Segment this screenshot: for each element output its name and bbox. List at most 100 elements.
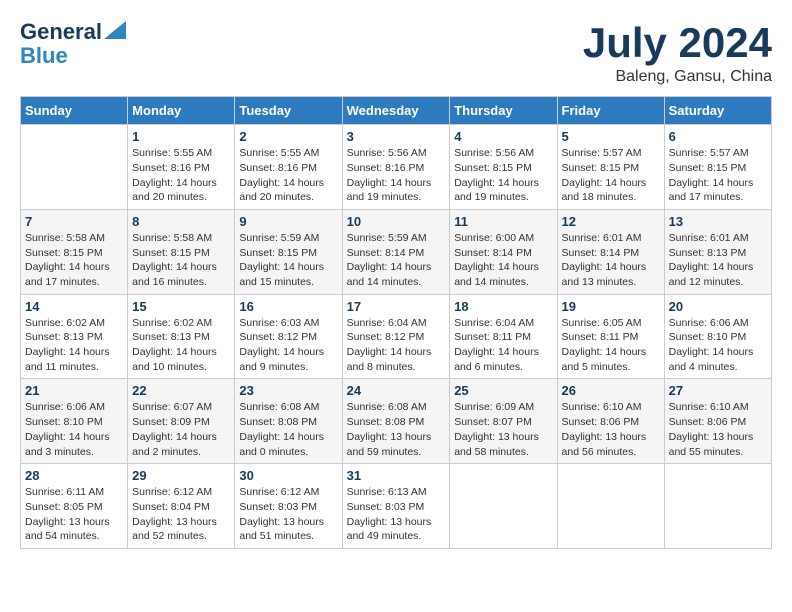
day-info: Sunrise: 6:07 AM Sunset: 8:09 PM Dayligh…: [132, 400, 230, 459]
day-info: Sunrise: 6:01 AM Sunset: 8:13 PM Dayligh…: [669, 231, 767, 290]
location: Baleng, Gansu, China: [583, 68, 772, 86]
calendar-cell: 5Sunrise: 5:57 AM Sunset: 8:15 PM Daylig…: [557, 125, 664, 210]
day-info: Sunrise: 5:59 AM Sunset: 8:15 PM Dayligh…: [239, 231, 337, 290]
day-info: Sunrise: 5:57 AM Sunset: 8:15 PM Dayligh…: [669, 146, 767, 205]
day-number: 30: [239, 468, 337, 483]
calendar-cell: 27 Sunrise: 6:10 AM Sunset: 8:06 PM Dayli…: [664, 379, 771, 464]
calendar-cell: [450, 464, 557, 549]
calendar-cell: 22Sunrise: 6:07 AM Sunset: 8:09 PM Dayli…: [128, 379, 235, 464]
calendar-cell: 28 Sunrise: 6:11 AM Sunset: 8:05 PM Dayli…: [21, 464, 128, 549]
week-row-1: 1Sunrise: 5:55 AM Sunset: 8:16 PM Daylig…: [21, 125, 772, 210]
day-number: 25: [454, 383, 552, 398]
day-info: Sunrise: 6:10 AM Sunset: 8:06 PM Dayligh…: [562, 400, 660, 459]
weekday-header-wednesday: Wednesday: [342, 97, 450, 125]
weekday-header-saturday: Saturday: [664, 97, 771, 125]
day-info: Sunrise: 6:12 AM Sunset: 8:04 PM Dayligh…: [132, 485, 230, 544]
day-info: Sunrise: 5:58 AM Sunset: 8:15 PM Dayligh…: [25, 231, 123, 290]
calendar-cell: 24 Sunrise: 6:08 AM Sunset: 8:08 PM Dayli…: [342, 379, 450, 464]
day-info: Sunrise: 6:09 AM Sunset: 8:07 PM Dayligh…: [454, 400, 552, 459]
day-number: 26: [562, 383, 660, 398]
day-number: 21: [25, 383, 123, 398]
calendar-cell: 7 Sunrise: 5:58 AM Sunset: 8:15 PM Daylig…: [21, 209, 128, 294]
day-info: Sunrise: 6:05 AM Sunset: 8:11 PM Dayligh…: [562, 316, 660, 375]
calendar-cell: 1Sunrise: 5:55 AM Sunset: 8:16 PM Daylig…: [128, 125, 235, 210]
week-row-4: 21 Sunrise: 6:06 AM Sunset: 8:10 PM Dayli…: [21, 379, 772, 464]
day-info: Sunrise: 5:59 AM Sunset: 8:14 PM Dayligh…: [347, 231, 446, 290]
day-info: Sunrise: 5:55 AM Sunset: 8:16 PM Dayligh…: [132, 146, 230, 205]
logo-general: General: [20, 20, 102, 44]
calendar-cell: 8Sunrise: 5:58 AM Sunset: 8:15 PM Daylig…: [128, 209, 235, 294]
day-info: Sunrise: 6:08 AM Sunset: 8:08 PM Dayligh…: [239, 400, 337, 459]
title-block: July 2024 Baleng, Gansu, China: [583, 20, 772, 86]
calendar-cell: 31 Sunrise: 6:13 AM Sunset: 8:03 PM Dayli…: [342, 464, 450, 549]
day-number: 5: [562, 129, 660, 144]
month-title: July 2024: [583, 20, 772, 66]
calendar-cell: 3 Sunrise: 5:56 AM Sunset: 8:16 PM Daylig…: [342, 125, 450, 210]
day-info: Sunrise: 5:55 AM Sunset: 8:16 PM Dayligh…: [239, 146, 337, 205]
day-number: 6: [669, 129, 767, 144]
calendar-cell: 26 Sunrise: 6:10 AM Sunset: 8:06 PM Dayli…: [557, 379, 664, 464]
day-number: 17: [347, 299, 446, 314]
calendar-cell: 25 Sunrise: 6:09 AM Sunset: 8:07 PM Dayli…: [450, 379, 557, 464]
calendar-cell: 12Sunrise: 6:01 AM Sunset: 8:14 PM Dayli…: [557, 209, 664, 294]
day-number: 20: [669, 299, 767, 314]
day-info: Sunrise: 6:03 AM Sunset: 8:12 PM Dayligh…: [239, 316, 337, 375]
calendar-cell: 10 Sunrise: 5:59 AM Sunset: 8:14 PM Dayli…: [342, 209, 450, 294]
calendar-cell: [21, 125, 128, 210]
day-info: Sunrise: 6:11 AM Sunset: 8:05 PM Dayligh…: [25, 485, 123, 544]
day-number: 11: [454, 214, 552, 229]
day-number: 24: [347, 383, 446, 398]
weekday-header-friday: Friday: [557, 97, 664, 125]
day-number: 12: [562, 214, 660, 229]
calendar-cell: [664, 464, 771, 549]
day-number: 18: [454, 299, 552, 314]
day-number: 4: [454, 129, 552, 144]
day-info: Sunrise: 6:10 AM Sunset: 8:06 PM Dayligh…: [669, 400, 767, 459]
calendar-cell: 19Sunrise: 6:05 AM Sunset: 8:11 PM Dayli…: [557, 294, 664, 379]
weekday-header-sunday: Sunday: [21, 97, 128, 125]
day-number: 15: [132, 299, 230, 314]
day-info: Sunrise: 6:08 AM Sunset: 8:08 PM Dayligh…: [347, 400, 446, 459]
day-info: Sunrise: 6:06 AM Sunset: 8:10 PM Dayligh…: [25, 400, 123, 459]
calendar-cell: 18 Sunrise: 6:04 AM Sunset: 8:11 PM Dayli…: [450, 294, 557, 379]
calendar-cell: 29Sunrise: 6:12 AM Sunset: 8:04 PM Dayli…: [128, 464, 235, 549]
page-header: General Blue July 2024 Baleng, Gansu, Ch…: [20, 20, 772, 86]
day-number: 10: [347, 214, 446, 229]
day-info: Sunrise: 6:13 AM Sunset: 8:03 PM Dayligh…: [347, 485, 446, 544]
calendar-cell: 23 Sunrise: 6:08 AM Sunset: 8:08 PM Dayli…: [235, 379, 342, 464]
day-info: Sunrise: 5:56 AM Sunset: 8:15 PM Dayligh…: [454, 146, 552, 205]
calendar-cell: 13 Sunrise: 6:01 AM Sunset: 8:13 PM Dayli…: [664, 209, 771, 294]
weekday-header-row: SundayMondayTuesdayWednesdayThursdayFrid…: [21, 97, 772, 125]
day-number: 8: [132, 214, 230, 229]
weekday-header-monday: Monday: [128, 97, 235, 125]
calendar-cell: 20Sunrise: 6:06 AM Sunset: 8:10 PM Dayli…: [664, 294, 771, 379]
calendar-cell: 6 Sunrise: 5:57 AM Sunset: 8:15 PM Daylig…: [664, 125, 771, 210]
logo-icon: [104, 21, 126, 39]
day-number: 27: [669, 383, 767, 398]
calendar-cell: 11Sunrise: 6:00 AM Sunset: 8:14 PM Dayli…: [450, 209, 557, 294]
day-info: Sunrise: 6:02 AM Sunset: 8:13 PM Dayligh…: [132, 316, 230, 375]
calendar-cell: 14Sunrise: 6:02 AM Sunset: 8:13 PM Dayli…: [21, 294, 128, 379]
weekday-header-thursday: Thursday: [450, 97, 557, 125]
day-number: 31: [347, 468, 446, 483]
calendar-cell: 4 Sunrise: 5:56 AM Sunset: 8:15 PM Daylig…: [450, 125, 557, 210]
day-info: Sunrise: 6:04 AM Sunset: 8:11 PM Dayligh…: [454, 316, 552, 375]
calendar-cell: 17 Sunrise: 6:04 AM Sunset: 8:12 PM Dayli…: [342, 294, 450, 379]
day-number: 13: [669, 214, 767, 229]
calendar-cell: [557, 464, 664, 549]
day-info: Sunrise: 6:12 AM Sunset: 8:03 PM Dayligh…: [239, 485, 337, 544]
calendar-cell: 9 Sunrise: 5:59 AM Sunset: 8:15 PM Daylig…: [235, 209, 342, 294]
week-row-2: 7 Sunrise: 5:58 AM Sunset: 8:15 PM Daylig…: [21, 209, 772, 294]
day-number: 28: [25, 468, 123, 483]
weekday-header-tuesday: Tuesday: [235, 97, 342, 125]
calendar-cell: 30 Sunrise: 6:12 AM Sunset: 8:03 PM Dayli…: [235, 464, 342, 549]
day-number: 23: [239, 383, 337, 398]
day-number: 9: [239, 214, 337, 229]
day-number: 7: [25, 214, 123, 229]
day-info: Sunrise: 6:04 AM Sunset: 8:12 PM Dayligh…: [347, 316, 446, 375]
day-info: Sunrise: 5:56 AM Sunset: 8:16 PM Dayligh…: [347, 146, 446, 205]
week-row-3: 14Sunrise: 6:02 AM Sunset: 8:13 PM Dayli…: [21, 294, 772, 379]
day-number: 3: [347, 129, 446, 144]
calendar-cell: 15 Sunrise: 6:02 AM Sunset: 8:13 PM Dayli…: [128, 294, 235, 379]
logo-blue: Blue: [20, 44, 68, 68]
